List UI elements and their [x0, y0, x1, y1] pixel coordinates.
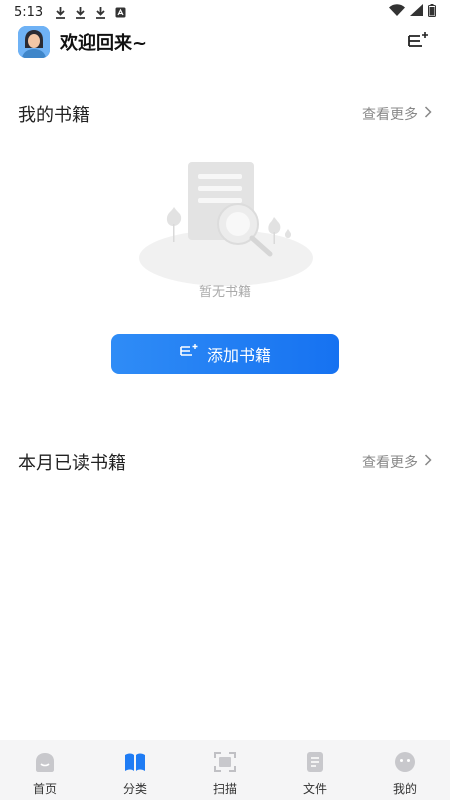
- home-icon: [34, 752, 56, 776]
- download-icon: [75, 6, 86, 19]
- app-header: 欢迎回来~: [0, 24, 450, 60]
- tab-home[interactable]: 首页: [0, 740, 90, 800]
- section-title: 本月已读书籍: [18, 453, 126, 474]
- download-icon: [55, 6, 66, 19]
- file-icon: [304, 752, 326, 776]
- view-more-label: 查看更多: [362, 455, 418, 471]
- wifi-icon: [389, 4, 405, 20]
- battery-icon: [428, 3, 436, 21]
- tab-label: 首页: [32, 782, 57, 796]
- add-book-label: 添加书籍: [206, 346, 271, 365]
- add-book-button[interactable]: 添加书籍: [111, 334, 339, 374]
- tab-profile[interactable]: 我的: [360, 740, 450, 800]
- view-more-link[interactable]: 查看更多: [362, 452, 432, 472]
- monthly-read-header: 本月已读书籍 查看更多: [18, 447, 432, 477]
- profile-icon: [394, 752, 416, 776]
- empty-books-illustration: [136, 158, 316, 288]
- status-time: 5:13: [14, 4, 44, 20]
- view-more-label: 查看更多: [362, 107, 418, 123]
- status-bar: 5:13: [0, 0, 450, 24]
- tab-label: 文件: [302, 782, 327, 796]
- scan-icon: [214, 752, 236, 776]
- empty-books-text: 暂无书籍: [198, 285, 251, 300]
- chevron-right-icon: [424, 106, 432, 122]
- chevron-right-icon: [424, 454, 432, 470]
- download-icon: [95, 6, 106, 19]
- welcome-title: 欢迎回来~: [60, 33, 148, 54]
- tab-label: 分类: [122, 782, 147, 796]
- add-book-icon[interactable]: [404, 28, 432, 56]
- view-more-link[interactable]: 查看更多: [362, 104, 432, 124]
- category-icon: [124, 752, 146, 776]
- section-title: 我的书籍: [18, 105, 90, 126]
- signal-icon: [410, 4, 423, 20]
- add-book-icon: [179, 343, 199, 365]
- my-books-header: 我的书籍 查看更多: [18, 99, 432, 129]
- tab-scan[interactable]: 扫描: [180, 740, 270, 800]
- tab-category[interactable]: 分类: [90, 740, 180, 800]
- app-notification-icon: [115, 7, 126, 18]
- tab-label: 我的: [392, 782, 417, 796]
- bottom-tabbar: 首页 分类 扫描 文件 我的: [0, 740, 450, 800]
- avatar[interactable]: [18, 26, 50, 58]
- tab-label: 扫描: [212, 782, 237, 796]
- tab-file[interactable]: 文件: [270, 740, 360, 800]
